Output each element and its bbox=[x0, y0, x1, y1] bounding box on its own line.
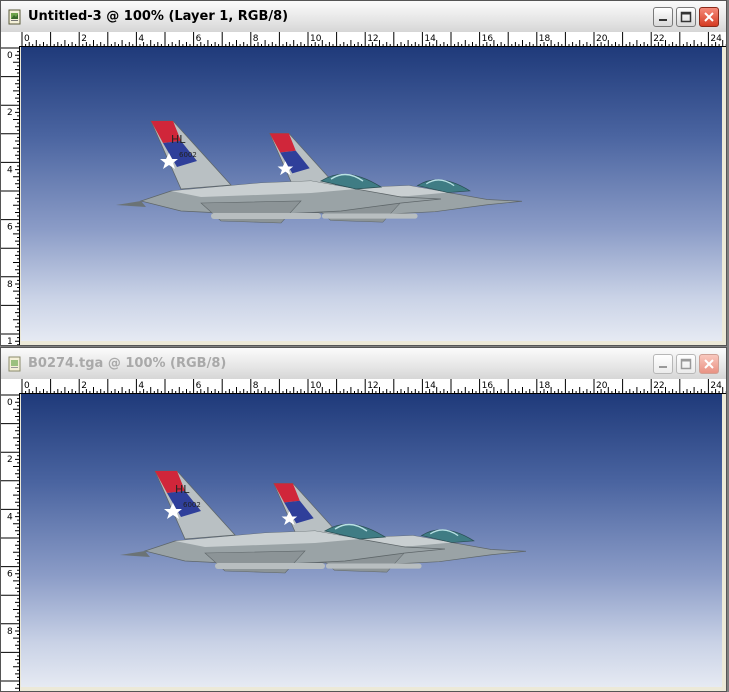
close-icon bbox=[704, 359, 714, 369]
jet-image: HL 6002 bbox=[120, 470, 527, 574]
vertical-ruler[interactable]: 0 2 4 6 8 bbox=[1, 393, 20, 691]
ruler-label: 18 bbox=[539, 34, 551, 44]
ruler-label: 0 bbox=[7, 51, 13, 61]
tail-number: 6002 bbox=[179, 151, 197, 159]
maximize-icon bbox=[680, 358, 692, 370]
document-icon bbox=[8, 9, 21, 25]
window-title: B0274.tga @ 100% (RGB/8) bbox=[28, 356, 227, 371]
ruler-label: 20 bbox=[596, 381, 608, 391]
document-window-b0274[interactable]: B0274.tga @ 100% (RGB/8) 0 2 4 6 8 10 12 14 16 18… bbox=[0, 347, 727, 692]
ruler-label: 6 bbox=[7, 570, 13, 580]
ruler-label: 8 bbox=[253, 381, 259, 391]
ruler-label: 4 bbox=[138, 381, 144, 391]
ruler-label: 14 bbox=[424, 381, 436, 391]
ruler-label: 2 bbox=[81, 34, 87, 44]
ruler-label: 12 bbox=[367, 381, 378, 391]
maximize-button[interactable] bbox=[676, 354, 696, 374]
ruler-label: 20 bbox=[596, 34, 608, 44]
ruler-label: 16 bbox=[482, 381, 494, 391]
ruler-label: 4 bbox=[7, 512, 13, 522]
image-canvas[interactable]: HL 6002 bbox=[21, 47, 722, 341]
ruler-label: 14 bbox=[424, 34, 436, 44]
ruler-label: 8 bbox=[253, 34, 259, 44]
horizontal-ruler[interactable]: 0 2 4 6 8 10 12 14 16 18 20 22 24 bbox=[20, 379, 726, 394]
jet-image: HL 6002 bbox=[116, 120, 523, 224]
ruler-label: 24 bbox=[710, 381, 722, 391]
minimize-button[interactable] bbox=[653, 7, 673, 27]
title-bar[interactable]: Untitled-3 @ 100% (Layer 1, RGB/8) bbox=[1, 1, 726, 33]
minimize-button[interactable] bbox=[653, 354, 673, 374]
ruler-label: 8 bbox=[7, 280, 13, 290]
window-title: Untitled-3 @ 100% (Layer 1, RGB/8) bbox=[28, 9, 289, 24]
ruler-origin[interactable] bbox=[1, 379, 20, 394]
ruler-label: 4 bbox=[7, 165, 13, 175]
ruler-label: 12 bbox=[367, 34, 378, 44]
ruler-origin[interactable] bbox=[1, 32, 20, 47]
ruler-label: 2 bbox=[7, 455, 13, 465]
ruler-label: 22 bbox=[653, 381, 664, 391]
ruler-label: 10 bbox=[310, 34, 322, 44]
close-button[interactable] bbox=[699, 7, 719, 27]
ruler-label: 0 bbox=[7, 398, 13, 408]
maximize-icon bbox=[680, 11, 692, 23]
close-button[interactable] bbox=[699, 354, 719, 374]
ruler-label: 8 bbox=[7, 627, 13, 637]
ruler-label: 0 bbox=[24, 381, 30, 391]
ruler-label: 6 bbox=[196, 34, 202, 44]
maximize-button[interactable] bbox=[676, 7, 696, 27]
document-window-untitled-3[interactable]: Untitled-3 @ 100% (Layer 1, RGB/8) 02468… bbox=[0, 0, 727, 346]
ruler-ticks bbox=[1, 47, 19, 345]
minimize-icon bbox=[659, 366, 667, 368]
ruler-label: 24 bbox=[710, 34, 722, 44]
ruler-label: 2 bbox=[81, 381, 87, 391]
ruler-label: 18 bbox=[539, 381, 551, 391]
document-icon bbox=[8, 356, 21, 372]
ruler-label: 6 bbox=[196, 381, 202, 391]
image-canvas[interactable]: HL 6002 bbox=[21, 394, 722, 687]
horizontal-ruler[interactable]: 0 2 4 6 8 10 12 14 16 18 20 22 24 bbox=[20, 32, 726, 47]
ruler-label: 6 bbox=[7, 223, 13, 233]
ruler-label: 0 bbox=[24, 34, 30, 44]
tail-letters: HL bbox=[171, 133, 186, 146]
ruler-label: 1 bbox=[7, 337, 13, 345]
ruler-label: 10 bbox=[310, 381, 322, 391]
ruler-ticks bbox=[1, 394, 19, 689]
tail-letters: HL bbox=[175, 483, 190, 496]
close-icon bbox=[704, 12, 714, 22]
ruler-label: 16 bbox=[482, 34, 494, 44]
vertical-ruler[interactable]: 0246810 bbox=[1, 46, 20, 345]
ruler-label: 2 bbox=[7, 108, 13, 118]
tail-number: 6002 bbox=[183, 501, 201, 509]
ruler-label: 4 bbox=[138, 34, 144, 44]
title-bar[interactable]: B0274.tga @ 100% (RGB/8) bbox=[1, 348, 726, 380]
minimize-icon bbox=[659, 19, 667, 21]
ruler-label: 22 bbox=[653, 34, 664, 44]
